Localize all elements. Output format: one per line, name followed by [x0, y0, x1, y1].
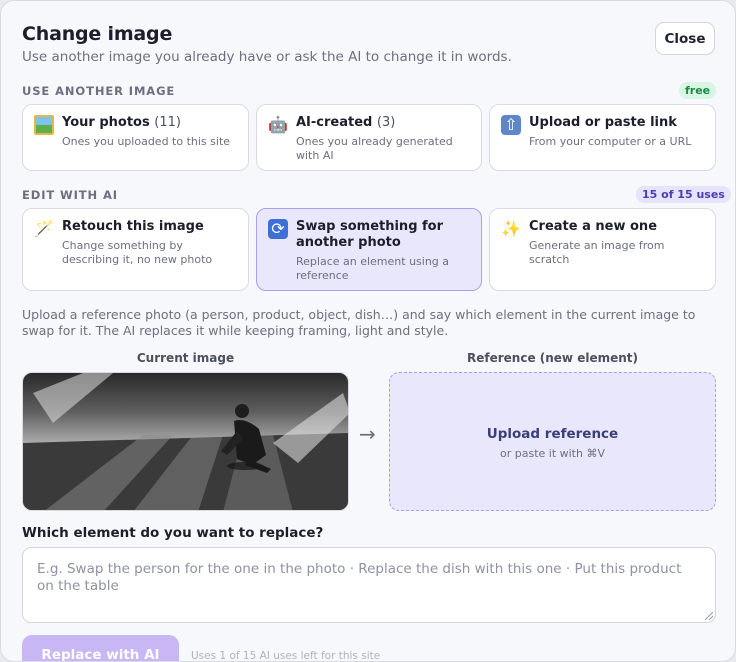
magic-wand-icon: 🪄 — [34, 219, 54, 238]
swap-icon: ⟳ — [268, 219, 288, 239]
dialog-title: Change image — [22, 23, 173, 45]
card-description: Change something by describing it, no ne… — [62, 239, 213, 266]
resize-handle[interactable] — [705, 612, 713, 620]
swap-description: Upload a reference photo (a person, prod… — [22, 307, 696, 338]
current-image — [22, 372, 349, 511]
upload-reference-title: Upload reference — [486, 426, 619, 442]
robot-icon: 🤖 — [268, 115, 288, 134]
card-title: Your photos — [62, 115, 150, 130]
card-description: Ones you uploaded to this site — [62, 135, 231, 148]
usage-note: Uses 1 of 15 AI uses left for this site — [191, 650, 381, 662]
card-title: Upload or paste link — [529, 115, 677, 130]
card-ai-created[interactable]: 🤖 AI-created (3) Ones you already genera… — [256, 104, 482, 171]
sparkles-icon: ✨ — [501, 219, 521, 238]
free-badge: free — [679, 82, 717, 99]
card-count: (3) — [376, 115, 396, 130]
change-image-dialog: Change image Use another image you alrea… — [0, 0, 736, 662]
replace-question-label: Which element do you want to replace? — [22, 525, 324, 541]
card-create-new[interactable]: ✨ Create a new one Generate an image fro… — [489, 208, 716, 291]
replace-with-ai-button[interactable]: Replace with AI — [22, 635, 179, 661]
card-swap[interactable]: ⟳ Swap something for another photo Repla… — [256, 208, 482, 291]
dialog-subtitle: Use another image you already have or as… — [22, 49, 512, 65]
card-your-photos[interactable]: Your photos (11) Ones you uploaded to th… — [22, 104, 249, 171]
card-description: From your computer or a URL — [529, 135, 692, 148]
card-description: Generate an image from scratch — [529, 239, 665, 266]
photo-icon — [34, 115, 54, 135]
reference-label: Reference (new element) — [467, 351, 638, 365]
card-retouch[interactable]: 🪄 Retouch this image Change something by… — [22, 208, 249, 291]
section-label-use-another: USE ANOTHER IMAGE — [22, 84, 176, 98]
uses-badge: 15 of 15 uses — [636, 186, 731, 203]
close-button[interactable]: Close — [655, 22, 715, 55]
card-description: Replace an element using a reference — [296, 255, 450, 282]
upload-reference-hint: or paste it with ⌘V — [499, 447, 605, 460]
card-count: (11) — [154, 115, 181, 130]
upload-reference-dropzone[interactable]: Upload reference or paste it with ⌘V — [389, 372, 716, 511]
card-title: Create a new one — [529, 219, 658, 234]
current-image-label: Current image — [136, 351, 235, 365]
input-placeholder: E.g. Swap the person for the one in the … — [37, 561, 682, 594]
card-title: AI-created — [296, 115, 373, 130]
card-title: Swap something for another photo — [296, 219, 444, 250]
solar-worker-photo — [23, 373, 348, 510]
card-title: Retouch this image — [62, 219, 204, 234]
upload-icon: ⇧ — [501, 115, 521, 135]
arrow-right-icon: → — [359, 422, 376, 446]
section-label-edit-ai: EDIT WITH AI — [22, 188, 118, 202]
card-upload-link[interactable]: ⇧ Upload or paste link From your compute… — [489, 104, 716, 171]
card-description: Ones you already generated with AI — [296, 135, 453, 162]
replace-element-input[interactable]: E.g. Swap the person for the one in the … — [22, 547, 716, 623]
